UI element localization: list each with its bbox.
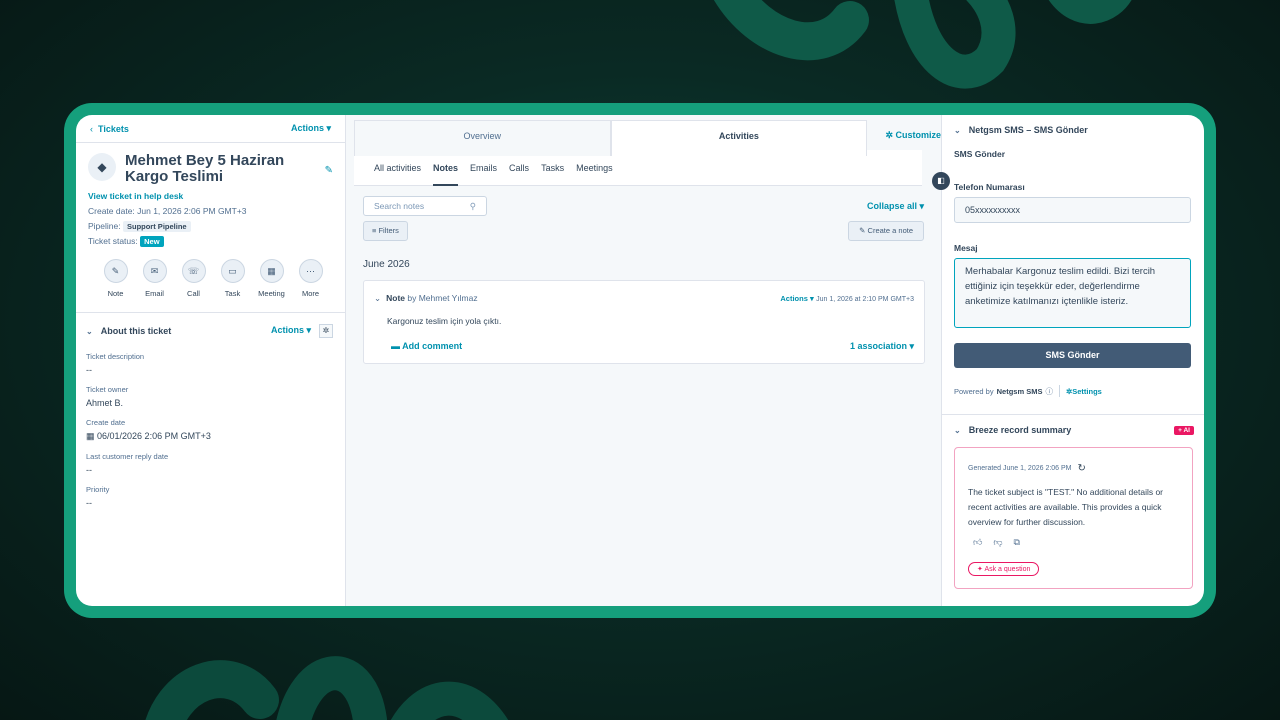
pencil-icon: ✎: [859, 226, 868, 235]
property-create-date[interactable]: Create date ▦ 06/01/2026 2:06 PM GMT+3: [86, 418, 335, 442]
property-priority[interactable]: Priority --: [86, 485, 335, 508]
customize-button[interactable]: ✲ Customize: [867, 120, 941, 156]
create-note-button[interactable]: ✎ Create a note: [848, 221, 924, 241]
view-in-help-desk-link[interactable]: View ticket in help desk: [88, 189, 333, 204]
ticket-meta: View ticket in help desk Create date: Ju…: [76, 185, 345, 249]
subtab-all-activities[interactable]: All activities: [374, 163, 421, 185]
settings-link[interactable]: ✲Settings: [1066, 387, 1102, 396]
feedback-row: 👍︎ 👎︎ ⧉: [968, 537, 1180, 548]
create-date-text: Create date: Jun 1, 2026 2:06 PM GMT+3: [88, 206, 247, 216]
email-action-button[interactable]: ✉ Email: [135, 259, 174, 298]
sms-form: SMS Gönder Telefon Numarası 05xxxxxxxxxx…: [942, 149, 1204, 397]
main-tabs: Overview Activities ✲ Customize: [354, 120, 941, 156]
task-action-button[interactable]: ▭ Task: [213, 259, 252, 298]
send-sms-button[interactable]: SMS Gönder: [954, 343, 1191, 368]
comment-icon: ▬: [391, 341, 403, 351]
powered-by: Powered by Netgsm SMS ⓘ ✲Settings: [954, 385, 1102, 397]
phone-field[interactable]: 05xxxxxxxxxx: [954, 197, 1191, 223]
status-badge[interactable]: New: [140, 236, 164, 247]
copy-icon[interactable]: ⧉: [1014, 537, 1020, 548]
phone-label: Telefon Numarası: [954, 182, 1025, 192]
refresh-icon[interactable]: ↻: [1078, 463, 1086, 474]
month-heading: June 2026: [363, 259, 410, 270]
subtab-tasks[interactable]: Tasks: [541, 163, 564, 185]
chevron-down-icon: ⌄: [374, 293, 382, 303]
association-dropdown[interactable]: 1 association ▾: [850, 341, 914, 352]
note-icon: ✎: [103, 259, 128, 283]
sms-form-title: SMS Gönder: [954, 149, 1006, 159]
subtab-calls[interactable]: Calls: [509, 163, 529, 185]
property-ticket-description[interactable]: Ticket description --: [86, 352, 335, 375]
note-actions-menu[interactable]: Actions ▾: [780, 294, 813, 303]
subtab-notes[interactable]: Notes: [433, 163, 459, 186]
activity-panel: ◧ Overview Activities ✲ Customize All ac…: [346, 115, 950, 606]
toggle-sidebar-icon[interactable]: ◧: [932, 172, 950, 190]
ask-question-button[interactable]: ✦ Ask a question: [968, 562, 1040, 576]
note-body[interactable]: Kargonuz teslim için yola çıktı.: [364, 304, 924, 326]
summary-text: The ticket subject is "TEST." No additio…: [968, 487, 1164, 527]
search-icon: ⚲: [469, 201, 476, 211]
task-icon: ▭: [220, 259, 245, 283]
pipeline-row: Pipeline: Support Pipeline: [88, 219, 333, 234]
subtab-meetings[interactable]: Meetings: [576, 163, 613, 185]
calendar-icon: ▦: [86, 431, 98, 441]
ai-badge: + AI: [1174, 425, 1194, 435]
sms-section-header[interactable]: ⌄ Netgsm SMS – SMS Gönder: [942, 115, 1204, 135]
breeze-section-header[interactable]: ⌄ Breeze record summary + AI: [942, 415, 1204, 435]
ticket-header: ◆ Mehmet Bey 5 Haziran Kargo Teslimi ✎: [76, 143, 345, 185]
divider: [1058, 385, 1060, 397]
message-label: Mesaj: [954, 243, 978, 253]
more-icon: ⋯: [298, 259, 323, 283]
chevron-left-icon: ‹: [90, 123, 93, 134]
generated-timestamp: Generated June 1, 2026 2:06 PM ↻: [968, 463, 1086, 474]
chevron-down-icon: ⌄: [954, 425, 961, 435]
sidebar-topbar: ‹ Tickets Actions ▾: [76, 115, 345, 143]
subtab-emails[interactable]: Emails: [470, 163, 497, 185]
call-action-button[interactable]: ☏ Call: [174, 259, 213, 298]
note-footer: ▬ Add comment 1 association ▾: [364, 326, 924, 352]
ticket-icon: ◆: [88, 153, 116, 181]
about-actions-menu[interactable]: Actions ▾: [271, 325, 311, 335]
thumbs-down-icon[interactable]: 👎︎: [993, 537, 1002, 548]
email-icon: ✉: [142, 259, 167, 283]
thumbs-up-icon[interactable]: 👍︎: [973, 537, 982, 548]
quick-actions: ✎ Note ✉ Email ☏ Call ▭ Task ▦ Meeting ⋯ More: [76, 249, 345, 298]
filters-button[interactable]: ≡ Filters: [363, 221, 408, 241]
chevron-down-icon: ⌄: [954, 125, 961, 135]
add-comment-button[interactable]: ▬ Add comment: [391, 341, 462, 352]
search-notes-input[interactable]: Search notes ⚲: [363, 196, 487, 216]
edit-title-pencil-icon[interactable]: ✎: [325, 165, 333, 176]
phone-icon: ☏: [181, 259, 206, 283]
ticket-sidebar: ‹ Tickets Actions ▾ ◆ Mehmet Bey 5 Hazira…: [76, 115, 346, 606]
back-to-tickets-link[interactable]: ‹ Tickets: [90, 124, 129, 134]
note-action-button[interactable]: ✎ Note: [96, 259, 135, 298]
property-ticket-owner[interactable]: Ticket owner Ahmet B.: [86, 385, 335, 408]
about-section-header[interactable]: ⌄ About this ticket Actions ▾ ✲: [76, 313, 345, 338]
message-textarea[interactable]: Merhabalar Kargonuz teslim edildi. Bizi …: [954, 258, 1191, 328]
note-header: ⌄ Note by Mehmet Yılmaz Actions ▾ Jun 1, …: [364, 281, 924, 304]
note-title[interactable]: ⌄ Note by Mehmet Yılmaz: [374, 293, 478, 304]
property-last-reply-date[interactable]: Last customer reply date --: [86, 452, 335, 475]
info-icon[interactable]: ⓘ: [1045, 386, 1053, 397]
collapse-all-button[interactable]: Collapse all ▾: [867, 201, 924, 212]
gear-icon[interactable]: ✲: [319, 324, 333, 338]
calendar-icon: ▦: [259, 259, 284, 283]
chevron-down-icon: ⌄: [86, 327, 93, 336]
meeting-action-button[interactable]: ▦ Meeting: [252, 259, 291, 298]
about-title: ⌄ About this ticket: [86, 326, 172, 336]
ai-summary-card: Generated June 1, 2026 2:06 PM ↻ The tick…: [954, 447, 1193, 589]
more-action-button[interactable]: ⋯ More: [291, 259, 330, 298]
gear-icon: ✲: [885, 130, 896, 140]
status-row: Ticket status: New: [88, 234, 333, 249]
ticket-title: Mehmet Bey 5 Haziran Kargo Teslimi: [125, 152, 285, 185]
tab-overview[interactable]: Overview: [354, 120, 611, 156]
crm-window: ‹ Tickets Actions ▾ ◆ Mehmet Bey 5 Hazira…: [76, 115, 1204, 606]
right-sidebar: ⌄ Netgsm SMS – SMS Gönder SMS Gönder Tele…: [942, 115, 1204, 606]
ticket-actions-menu[interactable]: Actions ▾: [291, 123, 331, 134]
pipeline-badge: Support Pipeline: [122, 221, 191, 232]
note-card: ⌄ Note by Mehmet Yılmaz Actions ▾ Jun 1, …: [363, 280, 925, 364]
note-meta: Actions ▾ Jun 1, 2026 at 2:10 PM GMT+3: [780, 294, 914, 303]
ticket-properties: Ticket description -- Ticket owner Ahmet B…: [76, 338, 345, 508]
tab-activities[interactable]: Activities: [610, 120, 868, 156]
